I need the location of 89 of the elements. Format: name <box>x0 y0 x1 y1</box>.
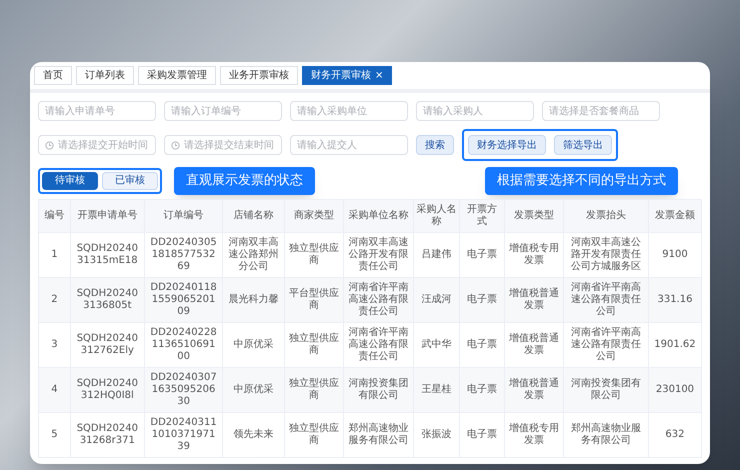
input-field[interactable]: 请选择是否套餐商品 <box>542 101 660 121</box>
table-cell: 增值税普通发票 <box>504 277 564 322</box>
table-cell: 河南投资集团有限公司 <box>343 367 414 412</box>
tab[interactable]: 业务开票审核 <box>220 66 298 85</box>
table-cell: 郑州高速物业服务有限公司 <box>564 412 648 457</box>
table-cell: 河南省许平南高速公路有限责任公司 <box>564 322 648 367</box>
input-field[interactable]: 请输入采购人 <box>416 101 534 121</box>
table-cell: SQDH20240312762Ely <box>70 322 144 367</box>
table-cell: 独立型供应商 <box>284 322 344 367</box>
column-header: 编号 <box>38 199 70 232</box>
table-cell: DD20240118155906520109 <box>144 277 223 322</box>
table-cell: 230100 <box>648 367 702 412</box>
table-cell: 电子票 <box>460 322 504 367</box>
input-field[interactable]: 请输入申请单号 <box>38 101 156 121</box>
table-cell: 王星桂 <box>413 367 460 412</box>
table-cell: 2 <box>38 277 70 322</box>
column-header: 店铺名称 <box>222 199 284 232</box>
table-cell: 独立型供应商 <box>284 367 344 412</box>
column-header: 发票金额 <box>648 199 702 232</box>
table-cell: 632 <box>648 412 702 457</box>
table-cell: 河南双丰高速公路开发有限责任公司方城服务区 <box>564 232 648 277</box>
table-cell: SQDH2024031268r371 <box>70 412 144 457</box>
table-cell: 领先未来 <box>222 412 284 457</box>
table-cell: 中原优采 <box>222 322 284 367</box>
table-cell: DD20240305181857753269 <box>144 232 223 277</box>
table-cell: 增值税专用发票 <box>504 412 564 457</box>
table-cell: 电子票 <box>460 277 504 322</box>
table-cell: 增值税普通发票 <box>504 367 564 412</box>
table-cell: 汪成河 <box>413 277 460 322</box>
date-field[interactable]: 请选择提交开始时间 <box>38 135 156 155</box>
column-header: 开票申请单号 <box>70 199 144 232</box>
column-header: 采购单位名称 <box>343 199 414 232</box>
column-header: 开票方式 <box>460 199 504 232</box>
table-cell: 增值税普通发票 <box>504 322 564 367</box>
table-cell: 河南双丰高速公路开发有限责任公司 <box>343 232 414 277</box>
tab[interactable]: 首页 <box>34 66 72 85</box>
clock-icon <box>45 140 54 150</box>
table-cell: 河南省许平南高速公路有限责任公司 <box>564 277 648 322</box>
table-cell: 1901.62 <box>648 322 702 367</box>
input-field[interactable]: 请输入订单编号 <box>164 101 282 121</box>
clock-icon <box>171 140 180 150</box>
table-cell: 4 <box>38 367 70 412</box>
column-header: 订单编号 <box>144 199 223 232</box>
callout: 直观展示发票的状态 <box>174 167 315 194</box>
table-cell: 武中华 <box>413 322 460 367</box>
input-field[interactable]: 请输入采购单位 <box>290 101 408 121</box>
column-header: 发票类型 <box>504 199 564 232</box>
status-tab[interactable]: 待审核 <box>42 172 98 190</box>
input-field[interactable]: 请输入提交人 <box>290 135 408 155</box>
table-cell: 中原优采 <box>222 367 284 412</box>
tab[interactable]: 订单列表 <box>76 66 134 85</box>
table-cell: SQDH2024031315mE18 <box>70 232 144 277</box>
table-cell: 电子票 <box>460 232 504 277</box>
table-cell: 5 <box>38 412 70 457</box>
column-header: 采购人名称 <box>413 199 460 232</box>
status-tab[interactable]: 已审核 <box>102 172 158 190</box>
export-button[interactable]: 筛选导出 <box>554 135 612 155</box>
table-cell: 河南省许平南高速公路有限责任公司 <box>343 277 414 322</box>
table-cell: 吕建伟 <box>413 232 460 277</box>
table-cell: 独立型供应商 <box>284 412 344 457</box>
table-cell: 独立型供应商 <box>284 232 344 277</box>
table-cell: 增值税专用发票 <box>504 232 564 277</box>
table-cell: 河南投资集团有限公司 <box>564 367 648 412</box>
table-cell: DD20240307163509520630 <box>144 367 223 412</box>
table-cell: SQDH202403136805t <box>70 277 144 322</box>
tab[interactable]: 财务开票审核 × <box>302 66 392 85</box>
table-cell: 张振波 <box>413 412 460 457</box>
date-field[interactable]: 请选择提交结束时间 <box>164 135 282 155</box>
table-cell: 331.16 <box>648 277 702 322</box>
column-header: 商家类型 <box>284 199 344 232</box>
table-cell: 郑州高速物业服务有限公司 <box>343 412 414 457</box>
callout: 根据需要选择不同的导出方式 <box>485 167 678 194</box>
table-cell: DD20240311101037197139 <box>144 412 223 457</box>
table-cell: DD20240228113651069100 <box>144 322 223 367</box>
tab[interactable]: 采购发票管理 <box>138 66 216 85</box>
table-cell: SQDH20240312HQ0I8l <box>70 367 144 412</box>
table-cell: 3 <box>38 322 70 367</box>
search-button[interactable]: 搜索 <box>416 135 454 155</box>
table-cell: 1 <box>38 232 70 277</box>
table-cell: 电子票 <box>460 367 504 412</box>
table-cell: 电子票 <box>460 412 504 457</box>
export-button[interactable]: 财务选择导出 <box>468 135 546 155</box>
table-cell: 河南双丰高速公路郑州分公司 <box>222 232 284 277</box>
column-header: 发票抬头 <box>564 199 648 232</box>
table-cell: 平台型供应商 <box>284 277 344 322</box>
table-cell: 9100 <box>648 232 702 277</box>
table-cell: 河南省许平南高速公路有限责任公司 <box>343 322 414 367</box>
table-cell: 晨光科力馨 <box>222 277 284 322</box>
close-icon[interactable]: × <box>375 68 384 83</box>
